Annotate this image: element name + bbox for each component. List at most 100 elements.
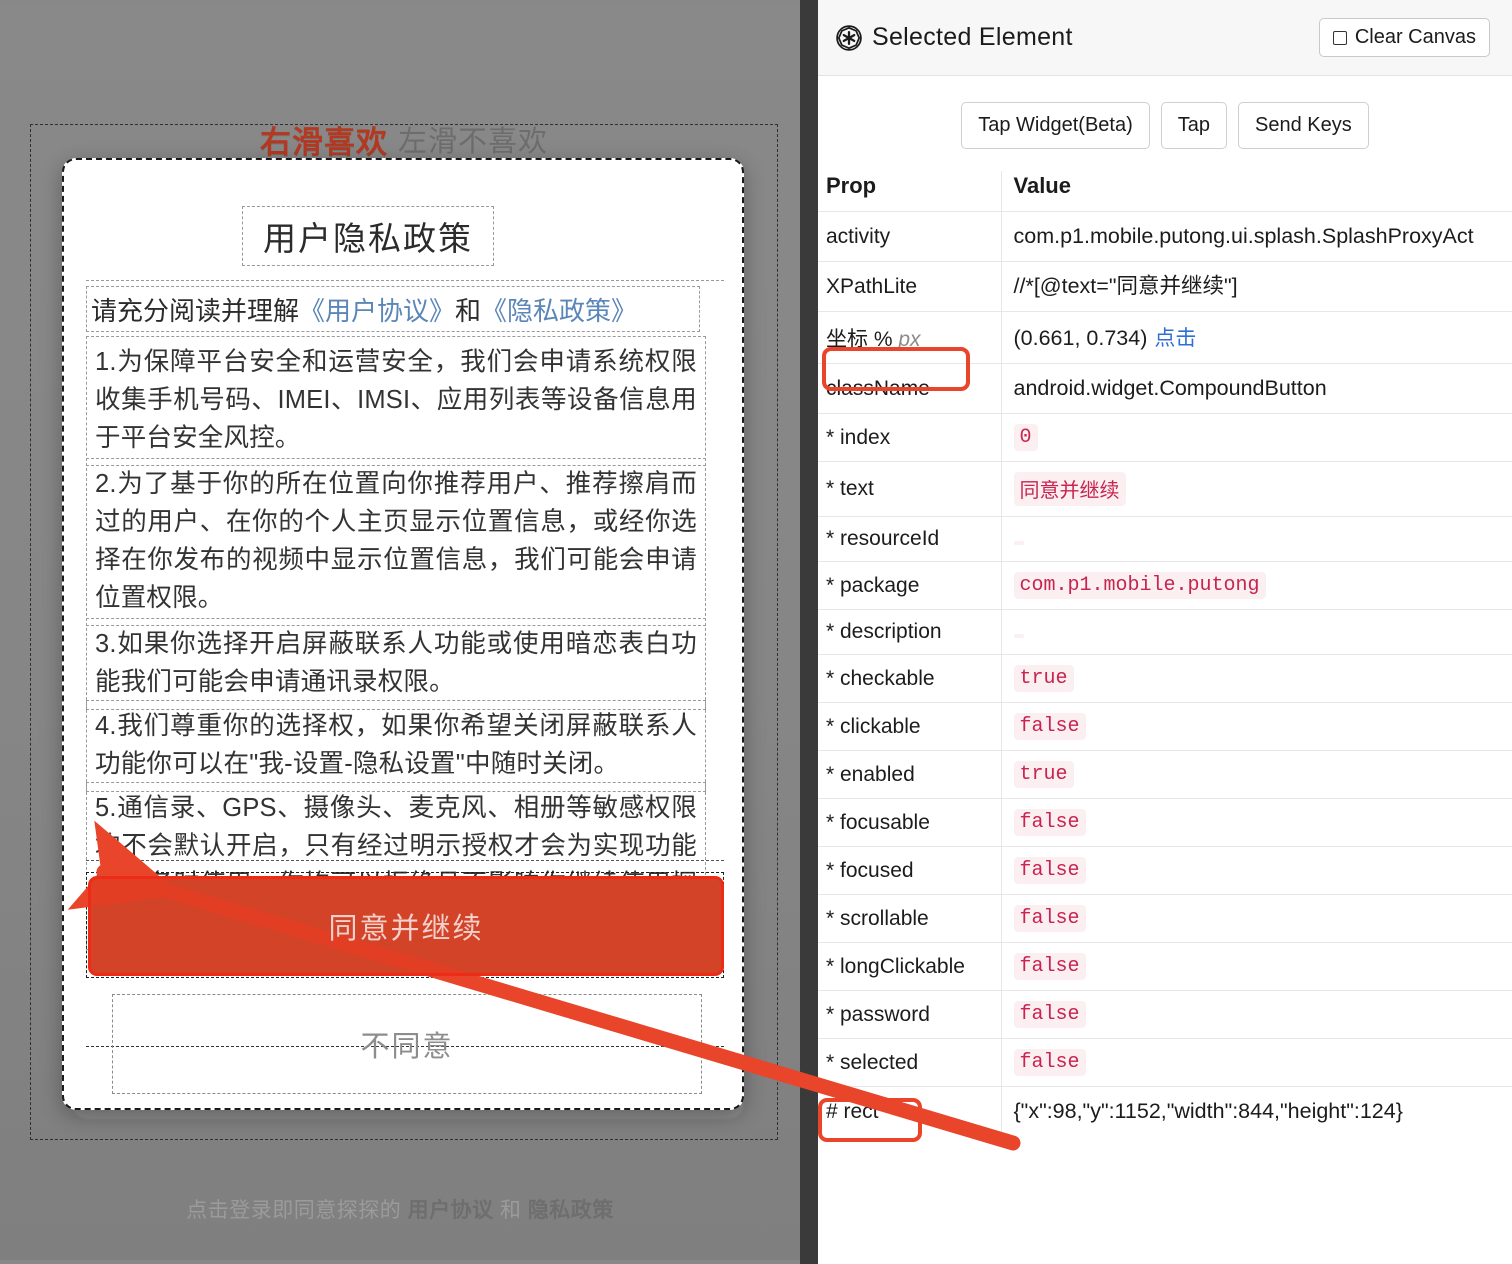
panel-title: Selected Element (872, 23, 1073, 51)
prop-name-cell: * checkable (818, 654, 1001, 703)
prop-value-cell: true (1000, 750, 1512, 799)
coord-prop-label: 坐标 % (826, 327, 899, 351)
agree-button-wrapper[interactable]: 同意并继续 (88, 876, 724, 976)
intro-line-bounds: 请充分阅读并理解《用户协议》和《隐私政策》 (86, 286, 700, 332)
inspector-panel: Selected Element Clear Canvas Tap Widget… (818, 0, 1512, 1264)
prop-name-cell: * description (818, 609, 1001, 655)
intro-and: 和 (455, 295, 482, 326)
prop-value-cell: {"x":98,"y":1152,"width":844,"height":12… (1000, 1086, 1512, 1136)
user-agreement-link[interactable]: 《用户协议》 (299, 296, 455, 326)
value-code-chip (1013, 541, 1024, 545)
prop-value-cell: com.p1.mobile.putong.ui.splash.SplashPro… (1000, 211, 1512, 262)
table-row[interactable]: * text 同意并继续 (818, 461, 1512, 517)
value-text: com.p1.mobile.putong.ui.splash.SplashPro… (1013, 224, 1474, 248)
table-header-row: Prop Value (818, 171, 1512, 212)
table-row[interactable]: 坐标 % px (0.661, 0.734) 点击 (818, 311, 1512, 364)
prop-name-cell: * selected (818, 1038, 1001, 1087)
table-row[interactable]: * resourceId (818, 516, 1512, 562)
prop-value-cell: false (1000, 798, 1512, 847)
policy-paragraph-text: 2.为了基于你的所在位置向你推荐用户、推荐擦肩而过的用户、在你的个人主页显示位置… (95, 470, 697, 612)
value-text: //*[@text="同意并继续"] (1013, 274, 1238, 298)
table-row[interactable]: * package com.p1.mobile.putong (818, 561, 1512, 610)
prop-name-cell: className (818, 363, 1001, 414)
prop-value-cell: //*[@text="同意并继续"] (1000, 261, 1512, 312)
policy-paragraph: 1.为保障平台安全和运营安全，我们会申请系统权限收集手机号码、IMEI、IMSI… (86, 336, 706, 466)
table-row[interactable]: XPathLite //*[@text="同意并继续"] (818, 261, 1512, 312)
prop-value-cell: false (1000, 894, 1512, 943)
column-header-value: Value (1000, 171, 1512, 212)
value-code-chip: false (1013, 953, 1086, 980)
coord-unit-px[interactable]: px (898, 328, 920, 351)
disagree-button-label: 不同意 (360, 1031, 454, 1063)
value-code-chip: com.p1.mobile.putong (1013, 572, 1266, 599)
device-screen[interactable]: 右滑喜欢 左滑不喜欢 用户隐私政策 请充分阅读并理解《用户协议》和《隐私政策》 … (0, 4, 800, 1260)
table-row[interactable]: * selected false (818, 1038, 1512, 1087)
table-row[interactable]: # rect {"x":98,"y":1152,"width":844,"heig… (818, 1086, 1512, 1136)
table-row[interactable]: className android.widget.CompoundButton (818, 363, 1512, 414)
prop-value-cell: 同意并继续 (1000, 461, 1512, 517)
value-code-chip: true (1013, 665, 1074, 692)
table-row[interactable]: * description (818, 609, 1512, 655)
coord-tap-link[interactable]: 点击 (1154, 327, 1196, 350)
prop-name-cell: XPathLite (818, 261, 1001, 312)
prop-value-cell: false (1000, 1038, 1512, 1087)
prop-value-cell: false (1000, 942, 1512, 991)
prop-value-cell: (0.661, 0.734) 点击 (1000, 311, 1512, 364)
table-row[interactable]: * index 0 (818, 413, 1512, 462)
value-code-chip: false (1013, 809, 1086, 836)
value-code-chip: 同意并继续 (1013, 472, 1126, 506)
button-separator (86, 860, 724, 861)
prop-name-cell: * clickable (818, 702, 1001, 751)
intro-line: 请充分阅读并理解《用户协议》和《隐私政策》 (91, 291, 637, 328)
value-code-chip: false (1013, 857, 1086, 884)
prop-value-cell: com.p1.mobile.putong (1000, 561, 1512, 610)
privacy-policy-link[interactable]: 《隐私政策》 (481, 296, 637, 326)
intro-prefix: 请充分阅读并理解 (91, 295, 300, 326)
prop-name-cell: * index (818, 413, 1001, 462)
send-keys-button[interactable]: Send Keys (1238, 102, 1369, 149)
device-mirror-pane[interactable]: 右滑喜欢 左滑不喜欢 用户隐私政策 请充分阅读并理解《用户协议》和《隐私政策》 … (0, 0, 800, 1264)
table-row[interactable]: * checkable true (818, 654, 1512, 703)
policy-paragraph-text: 1.为保障平台安全和运营安全，我们会申请系统权限收集手机号码、IMEI、IMSI… (95, 348, 697, 452)
prop-name-cell: * enabled (818, 750, 1001, 799)
value-code-chip: false (1013, 713, 1086, 740)
prop-value-cell (1000, 609, 1512, 655)
policy-paragraph: 3.如果你选择开启屏蔽联系人功能或使用暗恋表白功能我们可能会申请通讯录权限。 (86, 618, 706, 710)
login-hint-agreement-link[interactable]: 用户协议 (408, 1199, 494, 1222)
disagree-button[interactable]: 不同意 (112, 994, 702, 1094)
value-code-chip: true (1013, 761, 1074, 788)
action-button-row: Tap Widget(Beta) Tap Send Keys (818, 76, 1512, 171)
table-row[interactable]: * enabled true (818, 750, 1512, 799)
tap-widget-button[interactable]: Tap Widget(Beta) (961, 102, 1150, 149)
table-row[interactable]: * focusable false (818, 798, 1512, 847)
swipe-hint-row: 右滑喜欢 左滑不喜欢 (32, 116, 776, 162)
clear-canvas-button[interactable]: Clear Canvas (1318, 18, 1490, 57)
table-row[interactable]: activity com.p1.mobile.putong.ui.splash.S… (818, 211, 1512, 262)
inspector-header: Selected Element Clear Canvas (818, 0, 1512, 76)
table-row[interactable]: * scrollable false (818, 894, 1512, 943)
policy-paragraph: 2.为了基于你的所在位置向你推荐用户、推荐擦肩而过的用户、在你的个人主页显示位置… (86, 458, 706, 626)
tap-button[interactable]: Tap (1160, 102, 1228, 149)
property-table: Prop Value activity com.p1.mobile.putong.… (818, 171, 1512, 1136)
table-row[interactable]: * password false (818, 990, 1512, 1039)
swipe-like-text: 右滑喜欢 (259, 124, 388, 160)
table-row[interactable]: * focused false (818, 846, 1512, 895)
prop-name-cell: * focused (818, 846, 1001, 895)
coord-value: (0.661, 0.734) (1013, 326, 1148, 350)
prop-name-cell: * package (818, 561, 1001, 610)
login-hint-privacy-link[interactable]: 隐私政策 (528, 1199, 614, 1222)
login-hint-and: 和 (499, 1199, 522, 1222)
table-row[interactable]: * clickable false (818, 702, 1512, 751)
prop-value-cell: false (1000, 702, 1512, 751)
policy-paragraph-text: 4.我们尊重你的选择权，如果你希望关闭屏蔽联系人功能你可以在"我-设置-隐私设置… (95, 712, 697, 778)
clear-canvas-label: Clear Canvas (1354, 26, 1476, 48)
value-code-chip: false (1013, 905, 1086, 932)
gear-icon (836, 24, 862, 51)
prop-value-cell: false (1000, 846, 1512, 895)
policy-paragraph: 4.我们尊重你的选择权，如果你希望关闭屏蔽联系人功能你可以在"我-设置-隐私设置… (86, 700, 706, 792)
clear-canvas-checkbox[interactable] (1332, 30, 1347, 45)
value-text: android.widget.CompoundButton (1013, 376, 1327, 400)
property-table-body: activity com.p1.mobile.putong.ui.splash.S… (818, 211, 1512, 1136)
dialog-title-bounds: 用户隐私政策 (242, 206, 494, 266)
table-row[interactable]: * longClickable false (818, 942, 1512, 991)
